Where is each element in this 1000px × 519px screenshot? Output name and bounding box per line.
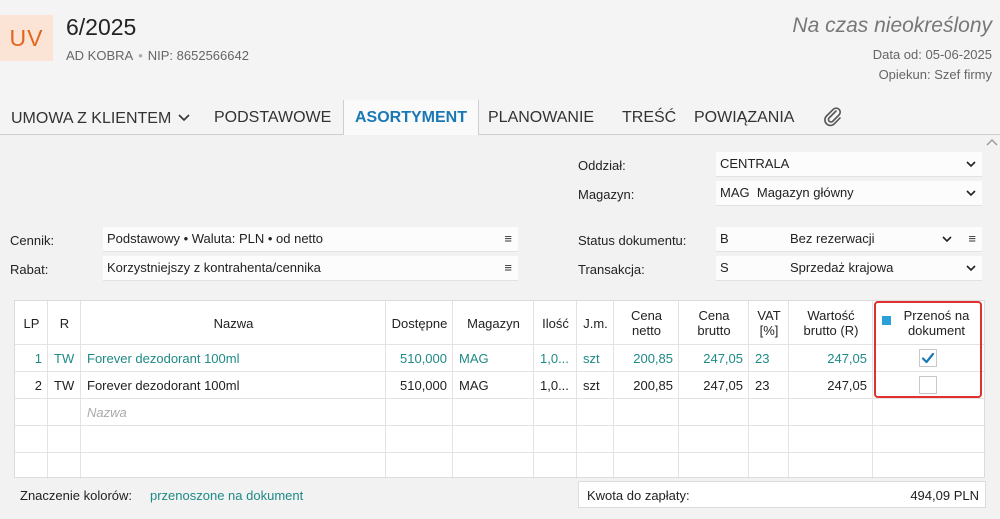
tab-content[interactable]: TREŚĆ: [611, 100, 687, 134]
column-header-warehouse[interactable]: Magazyn: [453, 301, 534, 345]
items-grid: LP R Nazwa Dostępne Magazyn Ilość J.m. C…: [14, 300, 986, 479]
list-menu-icon[interactable]: ≡: [968, 227, 976, 251]
document-number: 6/2025: [66, 14, 137, 40]
highlight-box: [874, 301, 982, 398]
total-label: Kwota do zapłaty:: [587, 488, 690, 503]
date-from: Data od: 05-06-2025: [872, 47, 992, 62]
column-header-qty[interactable]: Ilość: [534, 301, 577, 345]
branch-select[interactable]: CENTRALA: [716, 152, 982, 177]
status-label: Status dokumentu:: [578, 233, 687, 248]
column-header-net-price[interactable]: Cena netto: [614, 301, 679, 345]
list-menu-icon[interactable]: ≡: [504, 256, 512, 280]
warehouse-label: Magazyn:: [578, 187, 635, 202]
column-header-vat[interactable]: VAT [%]: [749, 301, 789, 345]
discount-label: Rabat:: [10, 262, 49, 277]
column-header-unit[interactable]: J.m.: [577, 301, 614, 345]
tab-planning[interactable]: PLANOWANIE: [477, 100, 605, 134]
color-legend-label: Znaczenie kolorów:: [20, 488, 132, 503]
scroll-up-icon[interactable]: [986, 137, 998, 147]
pricelist-label: Cennik:: [10, 233, 55, 248]
chevron-down-icon: [178, 100, 190, 135]
column-header-r[interactable]: R: [48, 301, 81, 345]
discount-field[interactable]: Korzystniejszy z kontrahenta/cennika ≡: [103, 256, 518, 281]
paperclip-icon[interactable]: [822, 106, 844, 128]
chevron-down-icon: [966, 256, 976, 289]
column-header-gross-value[interactable]: Wartość brutto (R): [789, 301, 873, 345]
column-header-lp[interactable]: LP: [15, 301, 48, 345]
new-item-name-input[interactable]: Nazwa: [81, 399, 386, 426]
tab-assortment[interactable]: ASORTYMENT: [343, 100, 479, 135]
column-header-available[interactable]: Dostępne: [386, 301, 453, 345]
column-header-gross-price[interactable]: Cena brutto: [679, 301, 749, 345]
guardian: Opiekun: Szef firmy: [878, 67, 992, 82]
company-info: AD KOBRA • NIP: 8652566642: [66, 48, 249, 63]
company-nip: NIP: 8652566642: [147, 48, 249, 63]
list-menu-icon[interactable]: ≡: [504, 227, 512, 251]
chevron-down-icon[interactable]: [942, 227, 952, 259]
pricelist-field[interactable]: Podstawowy • Waluta: PLN • od netto ≡: [103, 227, 518, 252]
total-box: Kwota do zapłaty: 494,09 PLN: [578, 481, 986, 508]
branch-label: Oddział:: [578, 158, 626, 173]
status-select[interactable]: B Bez rezerwacji ≡: [716, 227, 982, 252]
chevron-down-icon: [966, 181, 976, 214]
company-name[interactable]: AD KOBRA: [66, 48, 133, 63]
contract-term: Na czas nieokreślony: [792, 14, 992, 37]
tab-relations[interactable]: POWIĄZANIA: [683, 100, 805, 134]
document-type-badge: UV: [0, 15, 53, 61]
total-value: 494,09 PLN: [910, 488, 979, 503]
transaction-label: Transakcja:: [578, 262, 645, 277]
transaction-select[interactable]: S Sprzedaż krajowa: [716, 256, 982, 281]
column-header-name[interactable]: Nazwa: [81, 301, 386, 345]
document-header: UV 6/2025 AD KOBRA • NIP: 8652566642 Na cz…: [0, 0, 1000, 100]
tab-bar: UMOWA Z KLIENTEM PODSTAWOWE ASORTYMENT P…: [0, 100, 1000, 135]
color-legend-value: przenoszone na dokument: [150, 488, 304, 503]
tab-client-contract[interactable]: UMOWA Z KLIENTEM: [0, 100, 201, 134]
warehouse-select[interactable]: MAG Magazyn główny: [716, 181, 982, 206]
tab-basic[interactable]: PODSTAWOWE: [203, 100, 342, 134]
